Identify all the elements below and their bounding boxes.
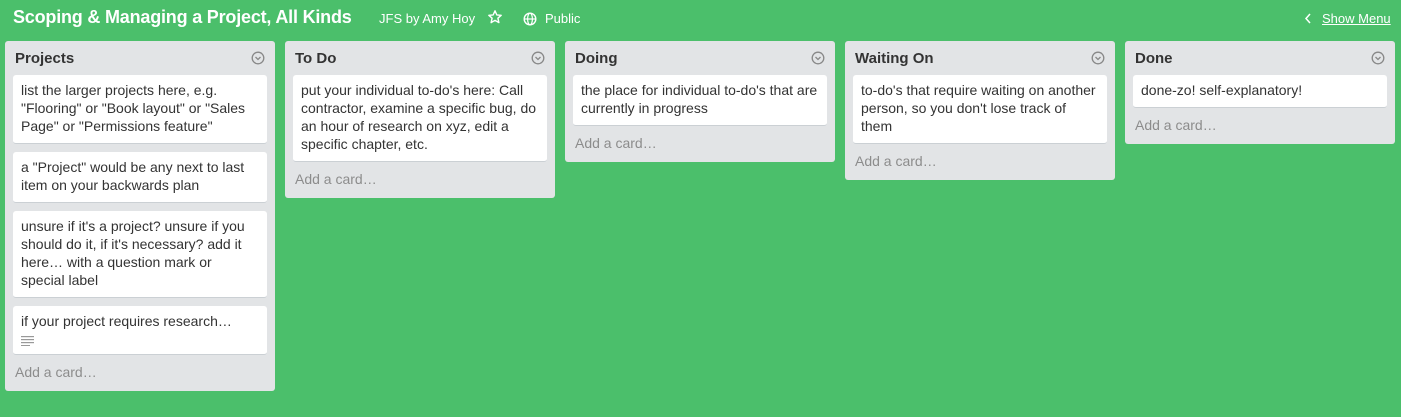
description-lines-icon — [21, 336, 34, 346]
circle-chevron-down-icon[interactable] — [811, 51, 825, 65]
list-header: Done — [1125, 41, 1395, 75]
card[interactable]: if your project requires research… — [13, 306, 267, 355]
circle-chevron-down-icon[interactable] — [1091, 51, 1105, 65]
card-list: done-zo! self-explanatory! — [1125, 75, 1395, 108]
card-title: done-zo! self-explanatory! — [1141, 82, 1303, 98]
list-header: To Do — [285, 41, 555, 75]
visibility-label: Public — [545, 11, 581, 26]
list-waiting-on: Waiting On to-do's that require waiting … — [845, 41, 1115, 180]
add-card-button[interactable]: Add a card… — [5, 363, 275, 391]
list-header: Projects — [5, 41, 275, 75]
add-card-button[interactable]: Add a card… — [845, 152, 1115, 180]
card[interactable]: done-zo! self-explanatory! — [1133, 75, 1387, 108]
card-title: unsure if it's a project? unsure if you … — [21, 218, 245, 288]
list-title[interactable]: Projects — [15, 50, 74, 67]
card[interactable]: a "Project" would be any next to last it… — [13, 152, 267, 203]
list-title[interactable]: To Do — [295, 50, 336, 67]
card[interactable]: unsure if it's a project? unsure if you … — [13, 211, 267, 298]
card-title: the place for individual to-do's that ar… — [581, 82, 818, 116]
card[interactable]: to-do's that require waiting on another … — [853, 75, 1107, 144]
list-projects: Projects list the larger projects here, … — [5, 41, 275, 391]
card[interactable]: list the larger projects here, e.g. "Flo… — [13, 75, 267, 144]
list-title[interactable]: Doing — [575, 50, 618, 67]
star-icon[interactable] — [487, 9, 503, 25]
list-to-do: To Do put your individual to-do's here: … — [285, 41, 555, 198]
show-menu-button[interactable]: Show Menu — [1304, 11, 1391, 26]
circle-chevron-down-icon[interactable] — [251, 51, 265, 65]
globe-icon — [523, 11, 537, 26]
add-card-button[interactable]: Add a card… — [1125, 116, 1395, 144]
card-list: to-do's that require waiting on another … — [845, 75, 1115, 144]
list-header: Doing — [565, 41, 835, 75]
card-title: list the larger projects here, e.g. "Flo… — [21, 82, 246, 134]
circle-chevron-down-icon[interactable] — [1371, 51, 1385, 65]
card-list: list the larger projects here, e.g. "Flo… — [5, 75, 275, 355]
circle-chevron-down-icon[interactable] — [531, 51, 545, 65]
card-title: to-do's that require waiting on another … — [861, 82, 1096, 134]
chevron-left-icon — [1304, 13, 1311, 24]
card-title: put your individual to-do's here: Call c… — [301, 82, 537, 152]
board-header: Scoping & Managing a Project, All Kinds … — [0, 0, 1401, 38]
list-doing: Doing the place for individual to-do's t… — [565, 41, 835, 162]
list-header: Waiting On — [845, 41, 1115, 75]
list-done: Done done-zo! self-explanatory! Add a ca… — [1125, 41, 1395, 144]
org-link[interactable]: JFS by Amy Hoy — [379, 11, 475, 26]
add-card-button[interactable]: Add a card… — [285, 170, 555, 198]
card-title: if your project requires research… — [21, 313, 232, 329]
list-title[interactable]: Done — [1135, 50, 1173, 67]
card-list: put your individual to-do's here: Call c… — [285, 75, 555, 162]
show-menu-label: Show Menu — [1322, 11, 1391, 26]
visibility-button[interactable]: Public — [523, 11, 580, 26]
card-list: the place for individual to-do's that ar… — [565, 75, 835, 126]
list-title[interactable]: Waiting On — [855, 50, 934, 67]
card[interactable]: put your individual to-do's here: Call c… — [293, 75, 547, 162]
board-title[interactable]: Scoping & Managing a Project, All Kinds — [13, 7, 352, 28]
add-card-button[interactable]: Add a card… — [565, 134, 835, 162]
card-title: a "Project" would be any next to last it… — [21, 159, 245, 193]
card[interactable]: the place for individual to-do's that ar… — [573, 75, 827, 126]
